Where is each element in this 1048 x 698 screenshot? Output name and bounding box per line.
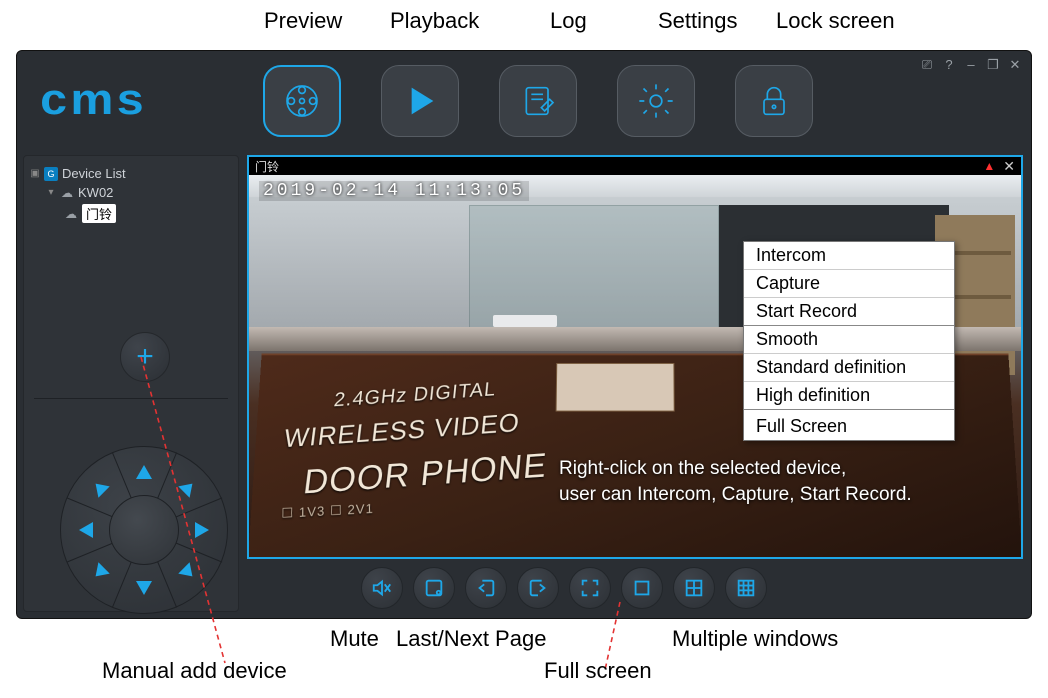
label-preview: Preview xyxy=(264,8,342,34)
video-title: 门铃 xyxy=(255,158,279,175)
collapse-icon[interactable]: ▣ xyxy=(30,168,40,179)
label-lock: Lock screen xyxy=(776,8,895,34)
tree-node-kw02[interactable]: ▾ ☁ KW02 xyxy=(30,183,232,202)
group-icon: G xyxy=(44,167,58,181)
overlay-hint: Right-click on the selected device, user… xyxy=(559,456,912,509)
menu-intercom[interactable]: Intercom xyxy=(744,242,954,270)
close-video-icon[interactable]: ✕ xyxy=(1003,158,1015,175)
film-reel-icon xyxy=(282,81,322,121)
help-icon[interactable]: ? xyxy=(941,57,957,73)
tree-root[interactable]: ▣ G Device List xyxy=(30,164,232,183)
label-multi: Multiple windows xyxy=(672,626,838,652)
label-settings: Settings xyxy=(658,8,738,34)
diagram-top-labels: Preview Playback Log Settings Lock scree… xyxy=(0,8,1048,40)
ptz-dpad[interactable] xyxy=(60,446,228,614)
playback-button[interactable] xyxy=(381,65,459,137)
box-text-1: 2.4GHz DIGITAL xyxy=(333,379,498,413)
page-prev-icon xyxy=(475,577,497,599)
mute-button[interactable] xyxy=(361,567,403,609)
cms-app-window: ⎚ ? – ❐ ✕ cms xyxy=(16,50,1032,619)
fullscreen-button[interactable] xyxy=(569,567,611,609)
maximize-icon[interactable]: ❐ xyxy=(985,57,1001,73)
label-playback: Playback xyxy=(390,8,479,34)
ptz-up-icon[interactable] xyxy=(136,457,152,479)
tree-node-label: KW02 xyxy=(78,185,113,200)
next-page-button[interactable] xyxy=(517,567,559,609)
speaker-mute-icon xyxy=(371,577,393,599)
menu-capture[interactable]: Capture xyxy=(744,270,954,298)
label-page: Last/Next Page xyxy=(396,626,546,652)
layout-single-icon xyxy=(631,577,653,599)
osd-timestamp: 2019-02-14 11:13:05 xyxy=(259,181,529,201)
lock-icon xyxy=(754,81,794,121)
monitor-icon[interactable]: ⎚ xyxy=(919,57,935,73)
plus-icon: + xyxy=(136,340,154,374)
label-log: Log xyxy=(550,8,587,34)
log-button[interactable] xyxy=(499,65,577,137)
video-feed: 2.4GHz DIGITAL WIRELESS VIDEO DOOR PHONE… xyxy=(249,175,1021,557)
main-toolbar xyxy=(263,65,813,137)
label-fullscreen: Full screen xyxy=(544,658,652,684)
alarm-icon[interactable]: ▲ xyxy=(983,159,995,173)
device-tree[interactable]: ▣ G Device List ▾ ☁ KW02 ☁ 门铃 xyxy=(24,156,238,233)
ptz-down-icon[interactable] xyxy=(136,581,152,603)
prev-page-button[interactable] xyxy=(465,567,507,609)
menu-fullscreen[interactable]: Full Screen xyxy=(744,410,954,440)
lock-screen-button[interactable] xyxy=(735,65,813,137)
box-text-3: DOOR PHONE xyxy=(301,446,548,502)
tree-node-label-selected: 门铃 xyxy=(82,204,116,223)
sidebar: ▣ G Device List ▾ ☁ KW02 ☁ 门铃 + xyxy=(23,155,239,612)
context-menu: Intercom Capture Start Record Smooth Sta… xyxy=(743,241,955,441)
layout-quad-icon xyxy=(683,577,705,599)
close-window-icon[interactable]: ✕ xyxy=(1007,57,1023,73)
snapshot-button[interactable] xyxy=(413,567,455,609)
overlay-hint-l1: Right-click on the selected device, xyxy=(559,456,912,483)
ptz-upright-icon[interactable] xyxy=(178,472,203,497)
box-text-2: WIRELESS VIDEO xyxy=(282,407,521,454)
label-mute: Mute xyxy=(330,626,379,652)
layout-1-button[interactable] xyxy=(621,567,663,609)
tree-node-doorbell[interactable]: ☁ 门铃 xyxy=(30,202,232,225)
box-text-4: ☐ 1V3 ☐ 2V1 xyxy=(281,501,374,522)
cloud-icon: ☁ xyxy=(60,186,74,200)
ptz-left-icon[interactable] xyxy=(71,522,93,538)
overlay-hint-l2: user can Intercom, Capture, Start Record… xyxy=(559,482,912,509)
ptz-downleft-icon[interactable] xyxy=(84,562,109,587)
ptz-right-icon[interactable] xyxy=(195,522,217,538)
menu-hd[interactable]: High definition xyxy=(744,382,954,410)
gear-icon xyxy=(636,81,676,121)
add-device-button[interactable]: + xyxy=(120,332,170,382)
cloud-icon: ☁ xyxy=(64,207,78,221)
page-next-icon xyxy=(527,577,549,599)
window-controls: ⎚ ? – ❐ ✕ xyxy=(919,57,1023,73)
video-pane[interactable]: 门铃 ▲ ✕ 2.4GHz DIGITAL WIRELESS VIDEO DOO… xyxy=(247,155,1023,559)
minimize-icon[interactable]: – xyxy=(963,57,979,73)
ptz-upleft-icon[interactable] xyxy=(84,472,109,497)
bottom-toolbar xyxy=(361,567,767,609)
sidebar-divider xyxy=(34,398,228,399)
settings-button[interactable] xyxy=(617,65,695,137)
label-add-device: Manual add device xyxy=(102,658,287,684)
menu-sd[interactable]: Standard definition xyxy=(744,354,954,382)
note-edit-icon xyxy=(518,81,558,121)
ptz-downright-icon[interactable] xyxy=(178,562,203,587)
play-icon xyxy=(400,81,440,121)
menu-smooth[interactable]: Smooth xyxy=(744,326,954,354)
app-logo: cms xyxy=(40,75,147,125)
layout-9-button[interactable] xyxy=(725,567,767,609)
layout-4-button[interactable] xyxy=(673,567,715,609)
ptz-center[interactable] xyxy=(109,495,179,565)
tree-root-label: Device List xyxy=(62,166,126,181)
fullscreen-icon xyxy=(579,577,601,599)
video-header: 门铃 ▲ ✕ xyxy=(249,157,1021,175)
layout-nine-icon xyxy=(735,577,757,599)
expand-icon[interactable]: ▾ xyxy=(46,187,56,198)
snapshot-icon xyxy=(423,577,445,599)
menu-start-record[interactable]: Start Record xyxy=(744,298,954,326)
preview-button[interactable] xyxy=(263,65,341,137)
